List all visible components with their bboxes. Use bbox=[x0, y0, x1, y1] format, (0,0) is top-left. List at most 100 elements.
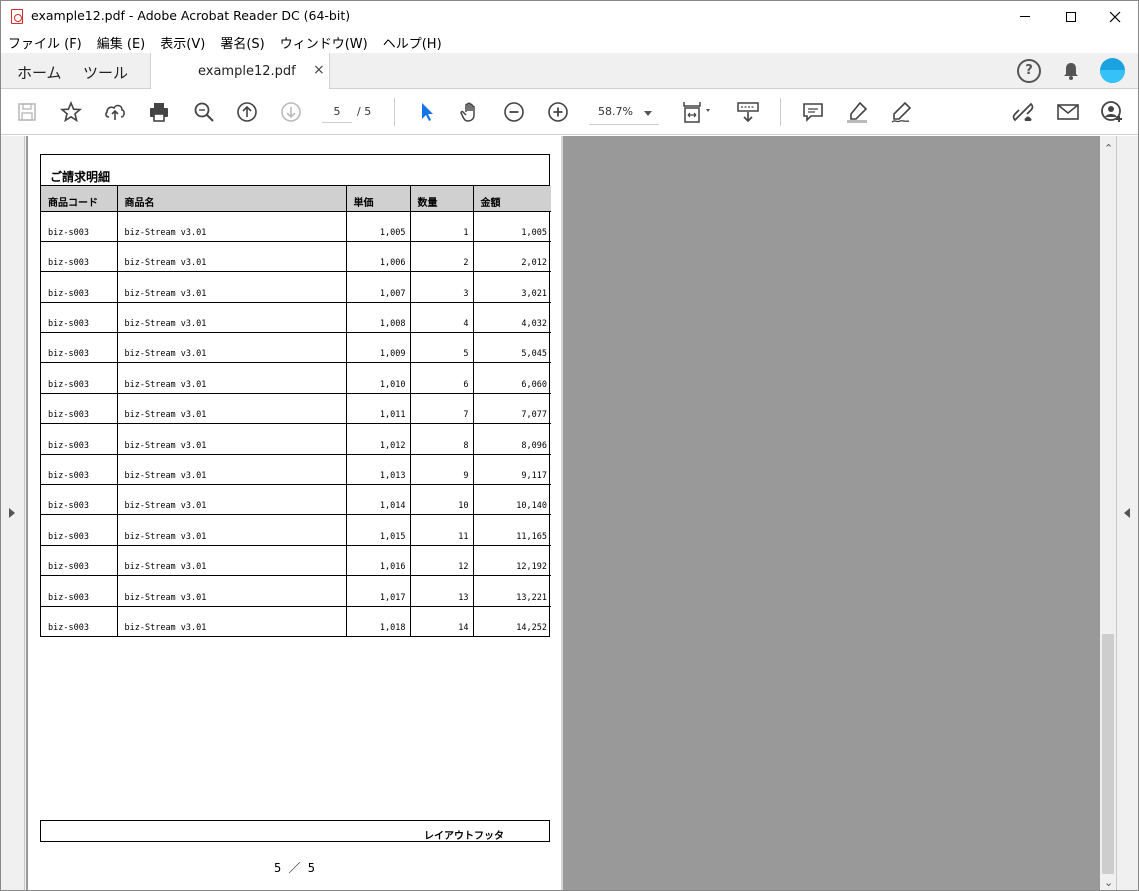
table-row: biz-s003 biz-Stream v3.01 1,015 11 11,165 bbox=[41, 514, 551, 546]
scrollbar-thumb[interactable] bbox=[1102, 634, 1114, 874]
toolbar-divider bbox=[780, 98, 781, 126]
window-title: example12.pdf - Adobe Acrobat Reader DC … bbox=[31, 8, 351, 23]
quantity-cell: 13 bbox=[410, 575, 474, 607]
close-window-button[interactable] bbox=[1092, 1, 1138, 32]
product-code-cell: biz-s003 bbox=[41, 575, 118, 607]
mail-icon[interactable] bbox=[1056, 100, 1080, 124]
table-row: biz-s003 biz-Stream v3.01 1,010 6 6,060 bbox=[41, 362, 551, 394]
menu-sign[interactable]: 署名(S) bbox=[220, 33, 264, 52]
unit-price-cell: 1,005 bbox=[346, 211, 411, 242]
close-icon bbox=[1109, 11, 1121, 22]
page-up-icon[interactable] bbox=[235, 100, 259, 124]
page-total: / 5 bbox=[357, 105, 372, 118]
scroll-down-icon[interactable]: ⌄ bbox=[1104, 876, 1113, 889]
page-number-input[interactable]: 5 bbox=[322, 103, 352, 123]
tab-close-button[interactable]: × bbox=[313, 62, 325, 78]
quantity-cell: 10 bbox=[410, 484, 474, 516]
scroll-mode-icon[interactable] bbox=[736, 100, 760, 124]
amount-cell: 10,140 bbox=[473, 484, 551, 516]
product-name-cell: biz-Stream v3.01 bbox=[117, 575, 347, 607]
help-icon[interactable]: ? bbox=[1017, 59, 1041, 83]
menu-file[interactable]: ファイル (F) bbox=[8, 33, 82, 52]
maximize-button[interactable] bbox=[1048, 1, 1094, 32]
column-header: 商品コード bbox=[41, 186, 118, 212]
upload-icon[interactable] bbox=[103, 100, 127, 124]
table-row: biz-s003 biz-Stream v3.01 1,017 13 13,221 bbox=[41, 575, 551, 607]
zoom-in-icon[interactable] bbox=[546, 100, 570, 124]
unit-price-cell: 1,010 bbox=[346, 362, 411, 394]
highlight-icon[interactable] bbox=[845, 100, 869, 124]
vertical-scrollbar[interactable]: ⌃ ⌄ bbox=[1100, 136, 1116, 890]
product-name-cell: biz-Stream v3.01 bbox=[117, 606, 347, 637]
product-name-cell: biz-Stream v3.01 bbox=[117, 423, 347, 455]
unit-price-cell: 1,009 bbox=[346, 332, 411, 364]
quantity-cell: 3 bbox=[410, 271, 474, 303]
zoom-out-icon[interactable] bbox=[502, 100, 526, 124]
table-row: biz-s003 biz-Stream v3.01 1,018 14 14,252 bbox=[41, 606, 551, 637]
product-name-cell: biz-Stream v3.01 bbox=[117, 393, 347, 425]
menu-edit[interactable]: 編集 (E) bbox=[97, 33, 146, 52]
product-code-cell: biz-s003 bbox=[41, 302, 118, 334]
amount-cell: 4,032 bbox=[473, 302, 551, 334]
menu-view[interactable]: 表示(V) bbox=[160, 33, 205, 52]
pointer-icon[interactable] bbox=[415, 100, 439, 124]
table-row: biz-s003 biz-Stream v3.01 1,013 9 9,117 bbox=[41, 454, 551, 486]
unit-price-cell: 1,015 bbox=[346, 514, 411, 546]
minimize-button[interactable] bbox=[1002, 1, 1048, 32]
table-header-row: 商品コード 商品名 単価 数量 金額 bbox=[41, 186, 551, 212]
column-header: 金額 bbox=[473, 186, 551, 212]
share-link-icon[interactable] bbox=[1011, 100, 1035, 124]
document-canvas[interactable]: ご請求明細 商品コード 商品名 単価 数量 金額 biz-s003 biz-St… bbox=[26, 136, 1100, 890]
product-code-cell: biz-s003 bbox=[41, 423, 118, 455]
product-name-cell: biz-Stream v3.01 bbox=[117, 514, 347, 546]
table-row: biz-s003 biz-Stream v3.01 1,009 5 5,045 bbox=[41, 332, 551, 364]
add-user-icon[interactable] bbox=[1100, 100, 1124, 124]
tab-tools[interactable]: ツール bbox=[83, 62, 128, 83]
product-code-cell: biz-s003 bbox=[41, 545, 118, 577]
page-down-icon[interactable] bbox=[279, 100, 303, 124]
print-icon[interactable] bbox=[147, 100, 171, 124]
product-code-cell: biz-s003 bbox=[41, 211, 118, 242]
invoice-title: ご請求明細 bbox=[41, 155, 549, 186]
title-bar: example12.pdf - Adobe Acrobat Reader DC … bbox=[1, 1, 1138, 32]
quantity-cell: 11 bbox=[410, 514, 474, 546]
star-icon[interactable] bbox=[59, 100, 83, 124]
quantity-cell: 5 bbox=[410, 332, 474, 364]
product-name-cell: biz-Stream v3.01 bbox=[117, 332, 347, 364]
tab-home[interactable]: ホーム bbox=[17, 62, 62, 83]
product-code-cell: biz-s003 bbox=[41, 271, 118, 303]
unit-price-cell: 1,017 bbox=[346, 575, 411, 607]
right-panel-toggle[interactable] bbox=[1116, 136, 1138, 890]
amount-cell: 5,045 bbox=[473, 332, 551, 364]
quantity-cell: 12 bbox=[410, 545, 474, 577]
quantity-cell: 1 bbox=[410, 211, 474, 242]
unit-price-cell: 1,012 bbox=[346, 423, 411, 455]
left-panel-toggle[interactable] bbox=[1, 136, 25, 890]
menu-help[interactable]: ヘルプ(H) bbox=[383, 33, 442, 52]
comment-icon[interactable] bbox=[801, 100, 825, 124]
table-row: biz-s003 biz-Stream v3.01 1,016 12 12,192 bbox=[41, 545, 551, 577]
pdf-page: ご請求明細 商品コード 商品名 単価 数量 金額 biz-s003 biz-St… bbox=[28, 136, 561, 890]
invoice-table: ご請求明細 商品コード 商品名 単価 数量 金額 biz-s003 biz-St… bbox=[40, 154, 551, 638]
quantity-cell: 14 bbox=[410, 606, 474, 637]
menu-window[interactable]: ウィンドウ(W) bbox=[280, 33, 368, 52]
product-code-cell: biz-s003 bbox=[41, 241, 118, 273]
avatar[interactable] bbox=[1100, 58, 1125, 83]
bell-icon[interactable] bbox=[1059, 59, 1083, 83]
column-header: 商品名 bbox=[117, 186, 347, 212]
unit-price-cell: 1,014 bbox=[346, 484, 411, 516]
sign-icon[interactable] bbox=[889, 100, 913, 124]
scroll-up-icon[interactable]: ⌃ bbox=[1104, 142, 1113, 155]
fit-page-icon[interactable] bbox=[681, 100, 715, 124]
hand-icon[interactable] bbox=[458, 100, 482, 124]
minimize-icon bbox=[1020, 16, 1030, 17]
search-icon[interactable] bbox=[192, 100, 216, 124]
amount-cell: 3,021 bbox=[473, 271, 551, 303]
maximize-icon bbox=[1066, 11, 1076, 22]
save-icon[interactable] bbox=[15, 100, 39, 124]
product-code-cell: biz-s003 bbox=[41, 514, 118, 546]
zoom-select[interactable]: 58.7% bbox=[589, 103, 659, 125]
toolbar-divider bbox=[394, 98, 395, 126]
tab-document[interactable]: example12.pdf × bbox=[150, 53, 330, 90]
product-code-cell: biz-s003 bbox=[41, 393, 118, 425]
